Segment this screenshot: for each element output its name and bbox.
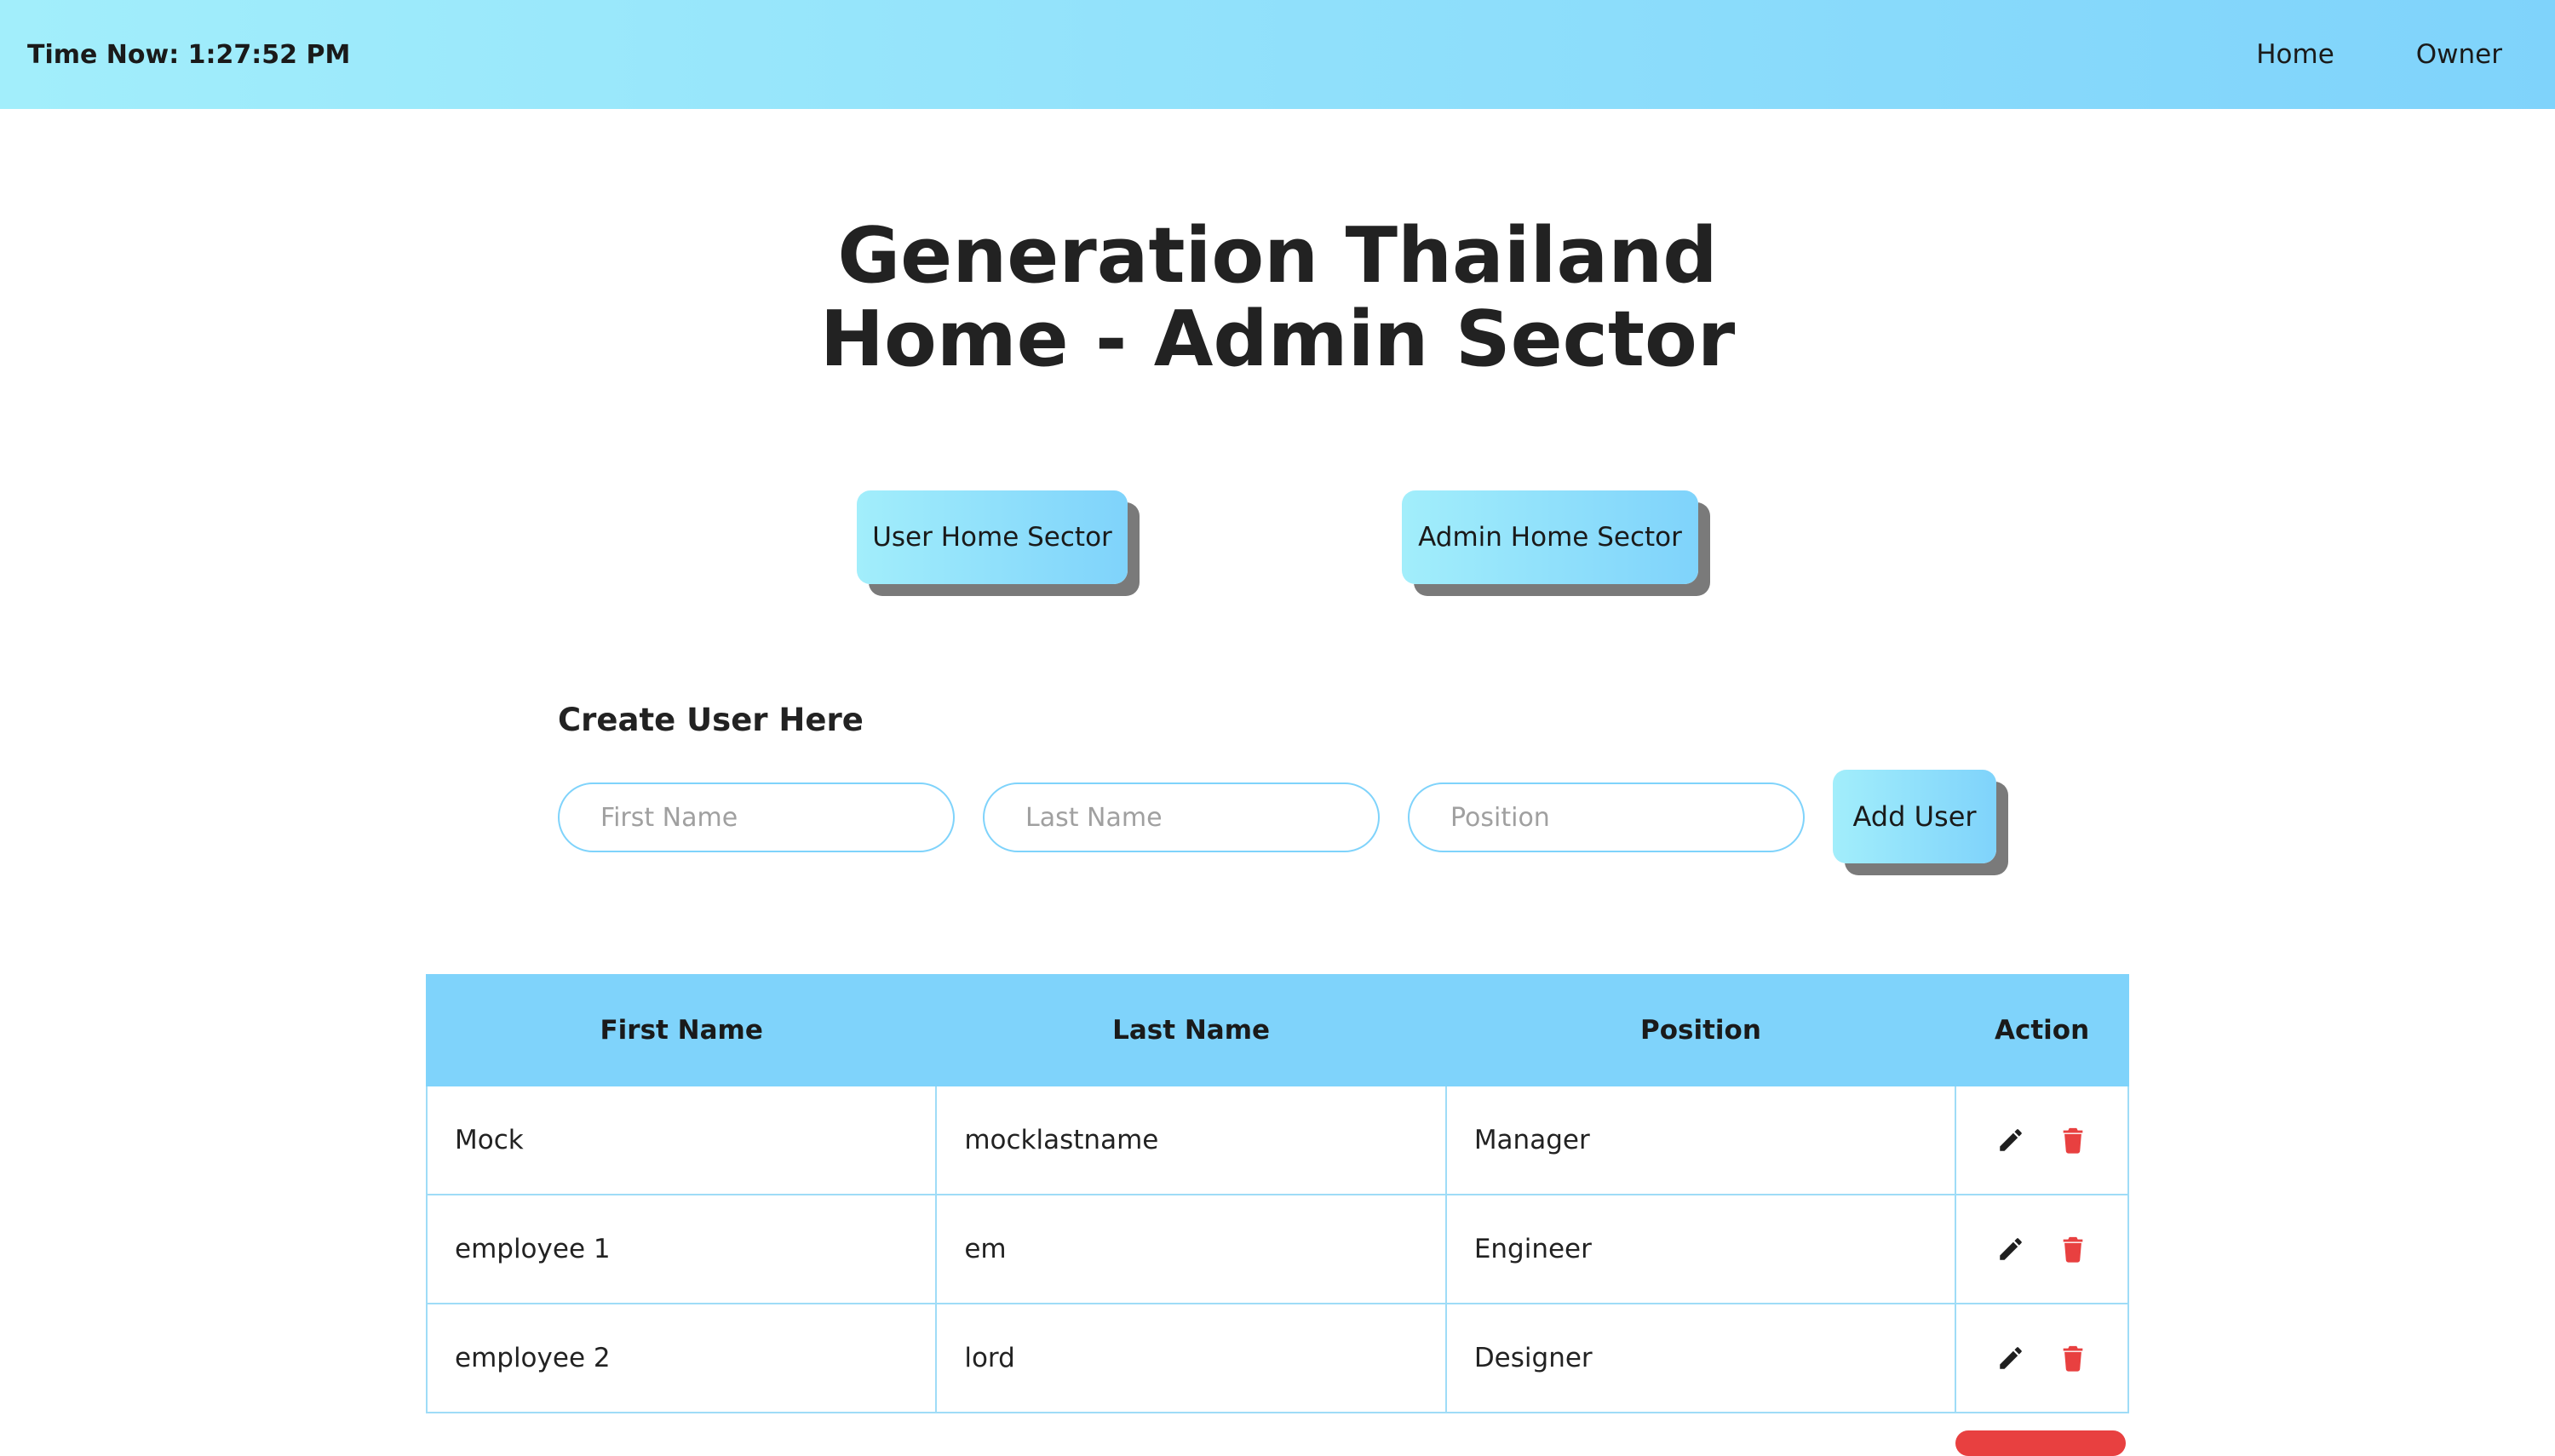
table-row: employee 2 lord Designer: [425, 1303, 2129, 1413]
page-title-line-2: Home - Admin Sector: [819, 295, 1736, 384]
edit-icon[interactable]: [1994, 1341, 2028, 1375]
edit-icon[interactable]: [1994, 1232, 2028, 1266]
page-title-line-1: Generation Thailand: [837, 211, 1718, 301]
create-user-heading: Create User Here: [558, 702, 864, 738]
column-header-last-name: Last Name: [935, 974, 1447, 1086]
column-header-first-name: First Name: [425, 974, 938, 1086]
cell-position: Engineer: [1444, 1194, 1957, 1304]
current-time: Time Now: 1:27:52 PM: [27, 39, 351, 70]
table-header-row: First Name Last Name Position Action: [425, 974, 2129, 1086]
first-name-input[interactable]: [558, 782, 955, 852]
trash-icon[interactable]: [2056, 1232, 2090, 1266]
partially-visible-red-button[interactable]: [1955, 1430, 2126, 1456]
cell-actions: [1955, 1303, 2129, 1413]
cell-first-name: employee 2: [425, 1303, 938, 1413]
cell-last-name: mocklastname: [935, 1085, 1447, 1195]
cell-first-name: Mock: [425, 1085, 938, 1195]
nav-link-owner[interactable]: Owner: [2416, 39, 2502, 70]
top-navbar: Time Now: 1:27:52 PM Home Owner: [0, 0, 2555, 109]
column-header-position: Position: [1444, 974, 1957, 1086]
last-name-input[interactable]: [983, 782, 1380, 852]
cell-position: Manager: [1444, 1085, 1957, 1195]
user-home-sector-button[interactable]: User Home Sector: [857, 490, 1128, 584]
admin-home-sector-button[interactable]: Admin Home Sector: [1402, 490, 1698, 584]
nav-link-home[interactable]: Home: [2256, 39, 2334, 70]
users-table: First Name Last Name Position Action Moc…: [425, 974, 2129, 1413]
cell-first-name: employee 1: [425, 1194, 938, 1304]
table-row: employee 1 em Engineer: [425, 1194, 2129, 1304]
add-user-button[interactable]: Add User: [1833, 770, 1996, 863]
table-row: Mock mocklastname Manager: [425, 1085, 2129, 1195]
cell-last-name: lord: [935, 1303, 1447, 1413]
position-input[interactable]: [1408, 782, 1805, 852]
page-title: Generation Thailand Home - Admin Sector: [0, 215, 2555, 381]
cell-actions: [1955, 1194, 2129, 1304]
edit-icon[interactable]: [1994, 1123, 2028, 1157]
trash-icon[interactable]: [2056, 1341, 2090, 1375]
nav-links: Home Owner: [2256, 39, 2528, 70]
cell-actions: [1955, 1085, 2129, 1195]
cell-last-name: em: [935, 1194, 1447, 1304]
column-header-action: Action: [1955, 974, 2129, 1086]
cell-position: Designer: [1444, 1303, 1957, 1413]
trash-icon[interactable]: [2056, 1123, 2090, 1157]
